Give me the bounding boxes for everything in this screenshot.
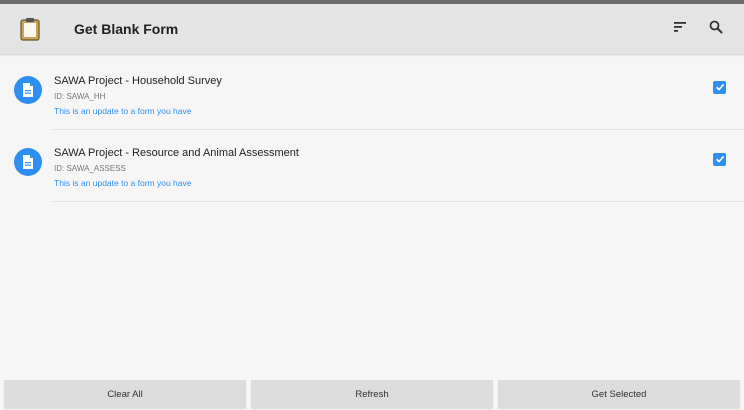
update-note: This is an update to a form you have	[54, 178, 192, 188]
divider	[52, 201, 744, 202]
form-file-icon	[14, 76, 42, 104]
checkmark-icon	[715, 79, 725, 97]
form-title: SAWA Project - Resource and Animal Asses…	[54, 147, 299, 159]
checkmark-icon	[715, 151, 725, 169]
get-selected-button[interactable]: Get Selected	[498, 380, 740, 408]
sort-button[interactable]	[666, 15, 694, 43]
refresh-button[interactable]: Refresh	[251, 380, 493, 408]
clipboard-icon	[16, 15, 44, 43]
form-file-icon	[14, 148, 42, 176]
app-window: Get Blank Form SAWA Project - Household …	[0, 0, 744, 410]
bottom-action-bar: Clear All Refresh Get Selected	[0, 380, 744, 410]
form-list: SAWA Project - Household Survey ID: SAWA…	[0, 58, 744, 202]
form-title: SAWA Project - Household Survey	[54, 75, 222, 87]
update-note: This is an update to a form you have	[54, 106, 192, 116]
form-id: ID: SAWA_HH	[54, 92, 106, 101]
form-checkbox[interactable]	[713, 153, 726, 166]
toolbar: Get Blank Form	[0, 4, 744, 54]
list-item-text: SAWA Project - Household Survey ID: SAWA…	[54, 74, 713, 117]
sort-icon	[673, 20, 687, 38]
search-button[interactable]	[702, 15, 730, 43]
list-item[interactable]: SAWA Project - Resource and Animal Asses…	[0, 130, 744, 202]
search-icon	[709, 20, 723, 39]
form-checkbox[interactable]	[713, 81, 726, 94]
page-title: Get Blank Form	[74, 21, 179, 37]
list-item[interactable]: SAWA Project - Household Survey ID: SAWA…	[0, 58, 744, 130]
form-id: ID: SAWA_ASSESS	[54, 164, 126, 173]
clear-all-button[interactable]: Clear All	[4, 380, 246, 408]
list-item-text: SAWA Project - Resource and Animal Asses…	[54, 146, 713, 189]
